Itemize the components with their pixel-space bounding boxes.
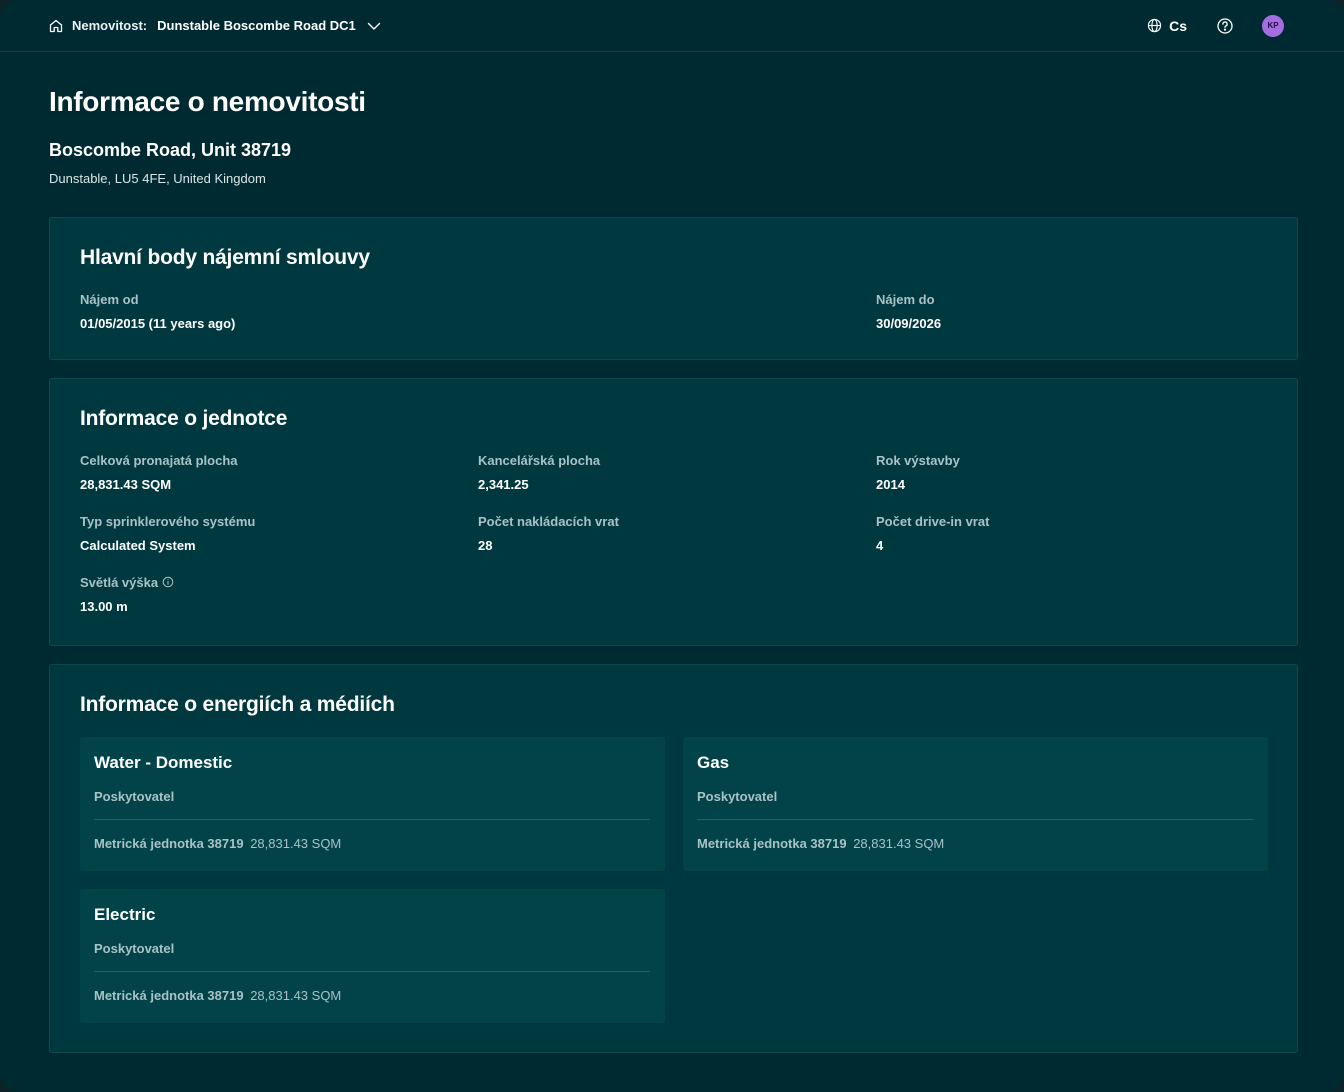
unit-field-total-area: Celková pronajatá plocha 28,831.43 SQM	[80, 453, 478, 492]
language-code: Cs	[1169, 17, 1187, 34]
unit-field-year-built: Rok výstavby 2014	[876, 453, 1267, 492]
field-value: Calculated System	[80, 538, 196, 553]
main-content: Informace o nemovitosti Boscombe Road, U…	[0, 52, 1344, 1053]
utility-card-electric: Electric Poskytovatel Metrická jednotka …	[80, 889, 665, 1023]
field-label: Typ sprinklerového systému	[80, 514, 256, 529]
utility-provider-label: Poskytovatel	[94, 941, 175, 956]
app-window: Nemovitost: Dunstable Boscombe Road DC1 …	[0, 0, 1344, 1092]
field-value: 01/05/2015 (11 years ago)	[80, 316, 236, 331]
field-label: Nájem od	[80, 292, 139, 307]
property-heading: Boscombe Road, Unit 38719	[49, 140, 292, 160]
field-label: Kancelářská plocha	[478, 453, 601, 468]
utility-name: Gas	[697, 753, 730, 772]
lease-start: Nájem od 01/05/2015 (11 years ago)	[80, 292, 876, 331]
lease-end: Nájem do 30/09/2026	[876, 292, 1267, 331]
field-value: 28	[478, 538, 493, 553]
unit-card: Informace o jednotce Celková pronajatá p…	[49, 378, 1298, 646]
breadcrumb-label: Nemovitost:	[72, 18, 148, 33]
divider	[94, 819, 650, 820]
field-label: Rok výstavby	[876, 453, 960, 468]
utility-metric-value: 28,831.43 SQM	[250, 988, 342, 1003]
utility-metric-value: 28,831.43 SQM	[853, 836, 945, 851]
top-bar: Nemovitost: Dunstable Boscombe Road DC1 …	[0, 0, 1344, 52]
field-value: 2,341.25	[478, 477, 529, 492]
page-title: Informace o nemovitosti	[49, 86, 366, 117]
unit-field-clear-height: Světlá výška 13.00 m	[80, 575, 478, 614]
avatar[interactable]: KP	[1262, 14, 1284, 37]
unit-field-loading-doors: Počet nakládacích vrat 28	[478, 514, 876, 553]
utility-metric-label: Metrická jednotka 38719	[94, 836, 244, 851]
divider	[697, 819, 1253, 820]
field-label: Celková pronajatá plocha	[80, 453, 238, 468]
field-value: 30/09/2026	[876, 316, 942, 331]
lease-card: Hlavní body nájemní smlouvy Nájem od 01/…	[49, 217, 1298, 360]
unit-field-office-area: Kancelářská plocha 2,341.25	[478, 453, 876, 492]
utilities-card: Informace o energiích a médiích Water - …	[49, 664, 1298, 1053]
home-icon	[48, 18, 64, 34]
utilities-title: Informace o energiích a médiích	[80, 693, 395, 716]
property-address: Dunstable, LU5 4FE, United Kingdom	[49, 171, 266, 186]
utility-metric-label: Metrická jednotka 38719	[697, 836, 847, 851]
field-value: 28,831.43 SQM	[80, 477, 172, 492]
utility-metric-label: Metrická jednotka 38719	[94, 988, 244, 1003]
utility-card-gas: Gas Poskytovatel Metrická jednotka 38719…	[683, 737, 1268, 871]
utility-provider-label: Poskytovatel	[94, 789, 175, 804]
utility-card-water: Water - Domestic Poskytovatel Metrická j…	[80, 737, 665, 871]
field-label: Počet drive-in vrat	[876, 514, 990, 529]
chevron-down-icon	[366, 18, 382, 34]
unit-field-drive-in-doors: Počet drive-in vrat 4	[876, 514, 1267, 553]
field-value: 13.00 m	[80, 599, 128, 614]
utility-name: Water - Domestic	[94, 753, 233, 772]
field-label: Nájem do	[876, 292, 935, 307]
field-label: Světlá výška	[80, 575, 159, 590]
utility-metric-value: 28,831.43 SQM	[250, 836, 342, 851]
utility-name: Electric	[94, 905, 156, 924]
info-icon[interactable]	[162, 576, 174, 588]
divider	[94, 971, 650, 972]
unit-title: Informace o jednotce	[80, 407, 288, 430]
field-value: 4	[876, 538, 884, 553]
globe-icon	[1147, 18, 1162, 33]
property-name: Dunstable Boscombe Road DC1	[157, 18, 356, 33]
field-label: Počet nakládacích vrat	[478, 514, 619, 529]
utility-provider-label: Poskytovatel	[697, 789, 778, 804]
help-icon[interactable]	[1216, 17, 1234, 35]
lease-title: Hlavní body nájemní smlouvy	[80, 246, 370, 269]
field-value: 2014	[876, 477, 905, 492]
language-selector[interactable]: Cs	[1147, 18, 1187, 34]
unit-field-sprinkler: Typ sprinklerového systému Calculated Sy…	[80, 514, 478, 553]
property-selector[interactable]: Nemovitost: Dunstable Boscombe Road DC1	[48, 18, 382, 34]
